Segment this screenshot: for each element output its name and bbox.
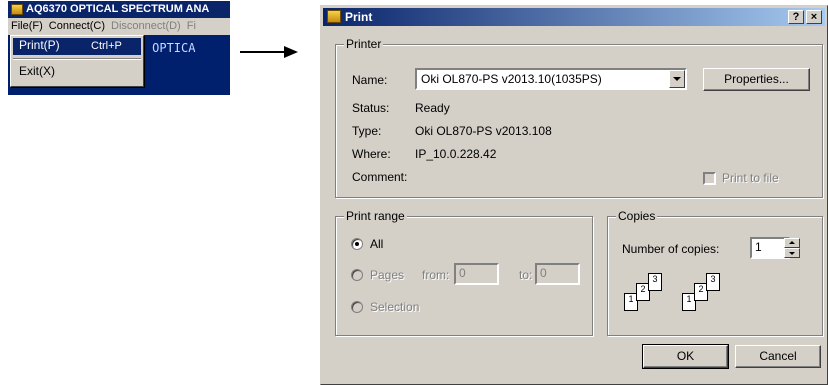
status-value: Ready (415, 101, 450, 115)
page-number: 1 (628, 294, 634, 304)
print-to-file-checkbox[interactable] (703, 172, 716, 185)
menu-item-exit[interactable]: Exit(X) (13, 64, 141, 81)
chevron-up-icon (789, 241, 795, 244)
cancel-button[interactable]: Cancel (735, 345, 821, 368)
to-field[interactable]: 0 (535, 263, 580, 285)
printer-app-icon (327, 10, 341, 23)
menu-connect[interactable]: Connect(C) (46, 20, 108, 32)
help-icon: ? (792, 11, 800, 23)
app-title-bar: AQ6370 OPTICAL SPECTRUM ANA (8, 1, 230, 18)
printer-name-select[interactable]: Oki OL870-PS v2013.10(1035PS) (415, 68, 687, 90)
collate-icon: 1 2 3 1 2 3 (624, 273, 774, 317)
type-value: Oki OL870-PS v2013.108 (415, 124, 552, 138)
menu-separator (13, 58, 141, 60)
where-label: Where: (352, 147, 391, 161)
spinner-down[interactable] (784, 248, 800, 258)
to-label: to: (519, 268, 533, 282)
copies-group: Copies Number of copies: 1 1 2 3 1 2 3 (607, 209, 823, 336)
file-menu: Print(P) Ctrl+P Exit(X) (10, 35, 144, 87)
close-button[interactable]: × (806, 10, 822, 24)
chevron-down-icon (673, 77, 681, 81)
where-value: IP_10.0.228.42 (415, 147, 497, 161)
menu-item-print[interactable]: Print(P) Ctrl+P (13, 38, 141, 55)
status-label: Status: (352, 101, 390, 115)
menu-item-exit-label: Exit(X) (19, 64, 55, 78)
print-range-group: Print range All Pages from: 0 to: 0 Sele… (335, 209, 593, 336)
from-label: from: (422, 268, 450, 282)
radio-pages[interactable] (351, 269, 363, 281)
radio-dot (355, 242, 359, 246)
copies-spinner[interactable] (784, 238, 800, 258)
printer-name-value: Oki OL870-PS v2013.10(1035PS) (421, 72, 602, 86)
page-number: 3 (710, 274, 716, 284)
radio-selection[interactable] (351, 301, 363, 313)
dropdown-button[interactable] (669, 70, 685, 88)
menu-more[interactable]: Fi (184, 20, 199, 32)
copies-label: Copies (616, 209, 658, 223)
app-icon (11, 4, 23, 15)
page-number: 2 (640, 284, 646, 294)
page-number: 1 (686, 294, 692, 304)
menu-item-print-label: Print(P) (19, 38, 60, 52)
menu-file[interactable]: File(F) (8, 20, 46, 32)
radio-selection-label: Selection (370, 300, 420, 314)
dialog-title: Print (345, 10, 373, 24)
menu-item-print-shortcut: Ctrl+P (91, 40, 122, 52)
type-label: Type: (352, 124, 382, 138)
spinner-up[interactable] (784, 238, 800, 248)
dialog-title-bar: Print ? × (323, 8, 825, 26)
close-icon: × (810, 11, 818, 23)
app-window: AQ6370 OPTICAL SPECTRUM ANA File(F) Conne… (8, 1, 230, 95)
radio-all[interactable] (351, 238, 363, 250)
radio-pages-label: Pages (370, 268, 405, 282)
name-label: Name: (352, 73, 388, 87)
print-range-label: Print range (344, 209, 407, 223)
page-icon: 3 (648, 273, 662, 291)
ok-button[interactable]: OK (642, 344, 729, 369)
page-number: 2 (698, 284, 704, 294)
radio-all-label: All (370, 237, 384, 251)
properties-button[interactable]: Properties... (703, 68, 810, 91)
printer-group: Printer Name: Oki OL870-PS v2013.10(1035… (335, 37, 823, 198)
chevron-down-icon (789, 252, 795, 255)
help-button[interactable]: ? (788, 10, 804, 24)
print-to-file-label: Print to file (722, 171, 779, 185)
menu-disconnect[interactable]: Disconnect(D) (108, 20, 184, 32)
comment-label: Comment: (352, 170, 408, 184)
app-menubar: File(F) Connect(C) Disconnect(D) Fi (8, 18, 230, 35)
print-dialog: Print ? × Printer Name: Oki OL870-PS v20… (320, 5, 828, 385)
number-of-copies-label: Number of copies: (622, 242, 720, 256)
arrow-right-icon (240, 46, 298, 58)
page-number: 3 (652, 274, 658, 284)
from-field[interactable]: 0 (454, 263, 499, 285)
page-icon: 3 (706, 273, 720, 291)
app-title: AQ6370 OPTICAL SPECTRUM ANA (26, 3, 210, 15)
printer-group-label: Printer (344, 37, 384, 51)
